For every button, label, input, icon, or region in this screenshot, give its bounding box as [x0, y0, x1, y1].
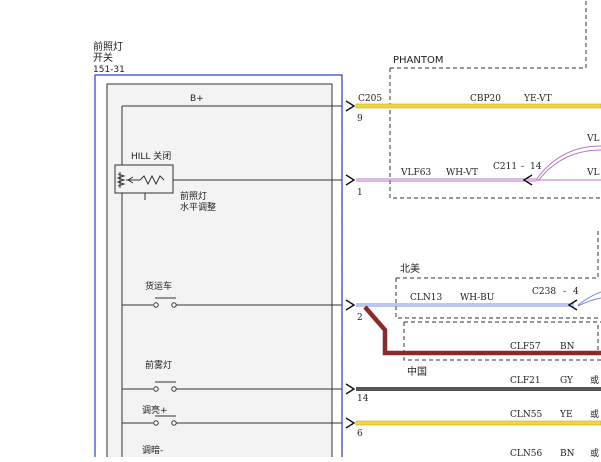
pin-number-9: 9 [357, 114, 363, 124]
dim-down-label: 调暗- [142, 444, 163, 456]
wire-cln55 [355, 420, 601, 426]
c211-dash: - [521, 162, 524, 172]
hill-off-label: HILL 关闭 [131, 150, 171, 162]
c238-pin: 4 [573, 287, 579, 297]
component-code: 151-31 [93, 65, 125, 75]
wire-vlf63-color: WH-VT [446, 168, 478, 178]
component-inner-box [106, 83, 333, 462]
pin-arrow-9-icon [345, 100, 356, 112]
truncated-r3: 或 [590, 447, 599, 457]
wire-clf57-circuit: CLF57 [510, 342, 541, 352]
c211-arrow-icon [522, 174, 533, 186]
north-america-label: 北美 [400, 262, 420, 275]
pin-arrow-6-icon [345, 417, 356, 429]
wiring-diagram: 前照灯 开关 151-31 PHANTOM 北美 中国 B+ HILL 关闭 前… [0, 0, 601, 462]
c238-dash: - [563, 287, 566, 297]
wire-clf21-circuit: CLF21 [510, 376, 541, 386]
wire-cln13-circuit: CLN13 [410, 293, 442, 303]
b-plus-label: B+ [190, 94, 204, 104]
component-name-line2: 开关 [93, 51, 113, 64]
hill-switch-box [114, 164, 174, 194]
wire-cbp20-circuit: CBP20 [470, 94, 501, 104]
wire-cbp20 [355, 103, 601, 109]
c211-pin: 14 [530, 162, 542, 172]
pin-arrow-1-icon [345, 174, 356, 186]
c205-label: C205 [358, 94, 382, 104]
wire-cln55-color: YE [559, 410, 573, 420]
north-america-top [396, 230, 599, 279]
c211-label: C211 [493, 162, 517, 172]
truncated-vl-mid: VL [586, 168, 599, 178]
wire-cln13-color: WH-BU [460, 293, 495, 303]
component-name-line1: 前照灯 [93, 40, 123, 53]
c238-label: C238 [532, 287, 556, 297]
truck-label: 货运车 [145, 280, 172, 292]
headlamp-leveling-line1: 前照灯 [180, 190, 207, 202]
pin-number-1: 1 [357, 188, 363, 198]
pin-number-6: 6 [357, 429, 363, 439]
wire-clf21-color: GY [560, 376, 574, 386]
wire-cln56-color: BN [560, 449, 575, 457]
wire-clf21 [356, 387, 601, 391]
wiring-diagram-svg: 前照灯 开关 151-31 PHANTOM 北美 中国 B+ HILL 关闭 前… [93, 0, 601, 462]
front-fog-label: 前雾灯 [145, 359, 172, 371]
truncated-r2: 或 [590, 408, 599, 420]
wire-vlf63-circuit: VLF63 [400, 168, 431, 178]
wire-cln55-circuit: CLN55 [510, 410, 542, 420]
pin-arrow-14-icon [345, 383, 356, 395]
wire-clf57-color: BN [560, 342, 575, 352]
wire-cbp20-color: YE-VT [523, 94, 552, 104]
truncated-vl-top: VL [586, 134, 599, 144]
headlamp-leveling-line2: 水平调整 [180, 201, 216, 213]
wire-cln56-circuit: CLN56 [510, 449, 542, 457]
truncated-r1: 或 [590, 374, 599, 386]
pin-arrow-2-icon [345, 299, 356, 311]
pin-number-2: 2 [357, 313, 363, 323]
china-label: 中国 [407, 365, 427, 378]
c238-arrow-icon [567, 299, 578, 311]
phantom-label: PHANTOM [393, 55, 443, 66]
pin-number-14: 14 [357, 394, 369, 404]
dim-up-label: 调亮+ [142, 404, 168, 416]
